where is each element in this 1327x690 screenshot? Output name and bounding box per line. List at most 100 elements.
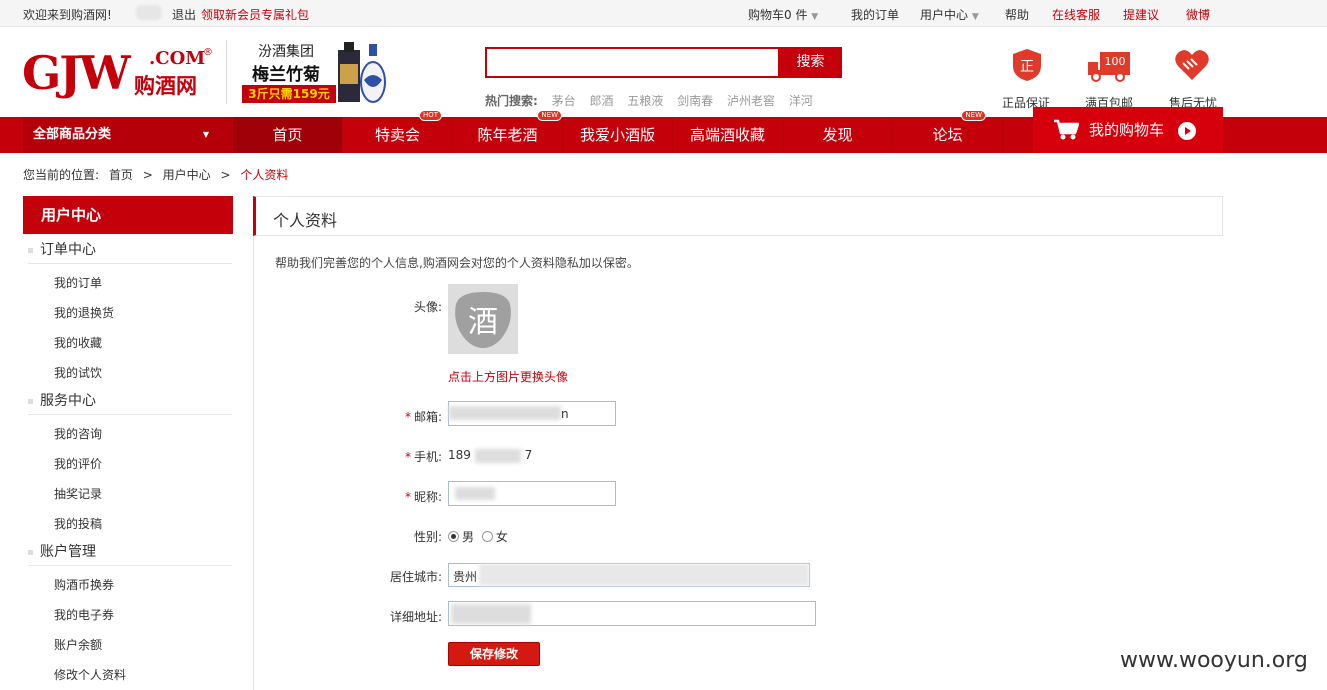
breadcrumb-separator: > xyxy=(220,168,231,182)
topbar-online-service[interactable]: 在线客服 xyxy=(1052,6,1100,23)
phone-label-text: 手机: xyxy=(413,450,442,464)
topbar-weibo[interactable]: 微博 xyxy=(1186,6,1210,23)
genuine-shield-icon: 正 xyxy=(1013,49,1041,81)
avatar[interactable]: 酒 xyxy=(448,284,518,354)
phone-prefix: 189 xyxy=(448,448,471,462)
gender-female-option[interactable]: 女 xyxy=(481,530,508,544)
liquor-avatar-icon: 酒 xyxy=(455,292,511,348)
phone-value: 189 7 xyxy=(448,448,532,463)
sidebar-item-e-coupons[interactable]: 我的电子券 xyxy=(54,606,114,623)
ad-group: 汾酒集团 xyxy=(258,44,314,60)
nav-mini-bottles[interactable]: 我爱小酒版 xyxy=(563,117,673,153)
email-label-text: 邮箱: xyxy=(413,410,442,424)
sidebar-item-balance[interactable]: 账户余额 xyxy=(54,636,102,653)
nav-mini-bottles-label: 我爱小酒版 xyxy=(579,126,655,144)
sidebar-section-orders: 订单中心 xyxy=(28,240,232,264)
hot-search-term[interactable]: 泸州老窖 xyxy=(727,94,775,108)
nav-discover[interactable]: 发现 xyxy=(783,117,893,153)
sidebar-item-reviews[interactable]: 我的评价 xyxy=(54,455,102,472)
nav-flash-sale[interactable]: 特卖会 HOT xyxy=(343,110,453,153)
nav-forum[interactable]: 论坛 NEW xyxy=(893,110,1003,153)
nav-home[interactable]: 首页 xyxy=(233,117,343,153)
address-field[interactable] xyxy=(448,601,816,626)
truck-badge-text: 100 xyxy=(1105,55,1126,68)
sidebar-item-favorites[interactable]: 我的收藏 xyxy=(54,334,102,351)
handshake-heart-icon xyxy=(1175,50,1209,80)
nav-premium-collection[interactable]: 高端酒收藏 xyxy=(673,117,783,153)
avatar-change-link[interactable]: 点击上方图片更换头像 xyxy=(448,368,568,385)
nickname-label-text: 昵称: xyxy=(413,490,442,504)
sidebar-item-submissions[interactable]: 我的投稿 xyxy=(54,515,102,532)
search-button[interactable]: 搜索 xyxy=(779,47,842,78)
delivery-truck-icon: 100 xyxy=(1088,52,1130,82)
radio-checked-icon[interactable] xyxy=(448,531,459,542)
breadcrumb: 您当前的位置: 首页 > 用户中心 > 个人资料 xyxy=(23,166,294,183)
breadcrumb-current: 个人资料 xyxy=(240,168,289,182)
search-input[interactable] xyxy=(485,47,780,78)
cart-icon xyxy=(1054,119,1079,140)
city-select[interactable]: 贵州 xyxy=(448,563,810,587)
new-badge: NEW xyxy=(961,110,986,121)
city-value: 贵州 xyxy=(453,570,478,584)
chevron-down-icon: ▼ xyxy=(811,12,819,22)
nav-aged-liquor[interactable]: 陈年老酒 NEW xyxy=(453,110,563,153)
logo-cn: 购酒网 xyxy=(134,74,197,98)
email-field[interactable]: n xyxy=(448,401,616,426)
hot-search-label: 热门搜索: xyxy=(485,94,538,108)
email-value-tail: n xyxy=(561,407,569,421)
topbar-suggest[interactable]: 提建议 xyxy=(1123,6,1159,23)
topbar-help[interactable]: 帮助 xyxy=(1005,6,1029,23)
chevron-down-icon: ▼ xyxy=(971,12,979,22)
nickname-field[interactable] xyxy=(448,481,616,506)
gender-male-label: 男 xyxy=(462,530,475,544)
cart-label: 我的购物车 xyxy=(1089,121,1165,139)
welcome-text: 欢迎来到购酒网! xyxy=(23,8,112,22)
logout-link[interactable]: 退出 xyxy=(172,6,196,23)
radio-unchecked-icon[interactable] xyxy=(481,531,493,542)
address-redacted xyxy=(451,604,531,624)
hot-search-term[interactable]: 茅台 xyxy=(552,94,576,108)
topbar-cart[interactable]: 购物车0 件 ▼ xyxy=(748,6,818,23)
sidebar-item-inquiries[interactable]: 我的咨询 xyxy=(54,425,102,442)
breadcrumb-user-center[interactable]: 用户中心 xyxy=(163,168,211,182)
email-redacted xyxy=(449,406,561,420)
sidebar-item-coin-exchange[interactable]: 购酒币换券 xyxy=(54,576,114,593)
topbar-user-center-label: 用户中心 xyxy=(920,8,969,22)
nav-aged-liquor-label: 陈年老酒 xyxy=(477,126,538,144)
gender-male-option[interactable]: 男 xyxy=(448,530,474,544)
top-bar: 欢迎来到购酒网! 退出 领取新会员专属礼包 购物车0 件 ▼ 我的订单 用户中心… xyxy=(0,0,1327,27)
sidebar-item-returns[interactable]: 我的退换货 xyxy=(54,304,114,321)
breadcrumb-home[interactable]: 首页 xyxy=(109,168,133,182)
email-label: * 邮箱: xyxy=(252,408,442,425)
save-button[interactable]: 保存修改 xyxy=(448,642,540,666)
nickname-label: * 昵称: xyxy=(252,488,442,505)
logo-text: GJW xyxy=(22,46,131,100)
nickname-redacted xyxy=(455,487,495,500)
promo-link[interactable]: 领取新会员专属礼包 xyxy=(201,6,309,23)
new-badge: NEW xyxy=(537,110,562,121)
nav-home-label: 首页 xyxy=(272,126,303,144)
nav-discover-label: 发现 xyxy=(822,126,853,144)
cart-button[interactable]: 我的购物车 xyxy=(1033,107,1223,153)
hot-search-term[interactable]: 洋河 xyxy=(789,94,813,108)
avatar-char: 酒 xyxy=(468,305,498,340)
sidebar-item-lottery[interactable]: 抽奖记录 xyxy=(54,485,102,502)
topbar-user-center[interactable]: 用户中心 ▼ xyxy=(920,6,979,23)
topbar-my-orders[interactable]: 我的订单 xyxy=(851,6,899,23)
breadcrumb-prefix: 您当前的位置: xyxy=(23,168,100,182)
hot-search-term[interactable]: 剑南春 xyxy=(677,94,713,108)
sidebar-item-trials[interactable]: 我的试饮 xyxy=(54,364,102,381)
logo-reg: ® xyxy=(203,47,213,58)
hot-search-term[interactable]: 五粮液 xyxy=(627,94,663,108)
address-label: 详细地址: xyxy=(389,610,442,624)
header-divider xyxy=(226,40,227,104)
sidebar-item-edit-profile[interactable]: 修改个人资料 xyxy=(54,666,126,683)
hot-search-term[interactable]: 郎酒 xyxy=(589,94,613,108)
sidebar-item-my-orders[interactable]: 我的订单 xyxy=(54,274,102,291)
liquor-bottle-icon xyxy=(338,42,386,103)
required-mark: * xyxy=(404,450,411,464)
page-title-box: 个人资料 xyxy=(253,196,1223,236)
all-categories-menu[interactable]: 全部商品分类 ▼ xyxy=(23,117,233,153)
phone-redacted xyxy=(474,448,521,463)
nav-flash-sale-label: 特卖会 xyxy=(374,126,420,144)
